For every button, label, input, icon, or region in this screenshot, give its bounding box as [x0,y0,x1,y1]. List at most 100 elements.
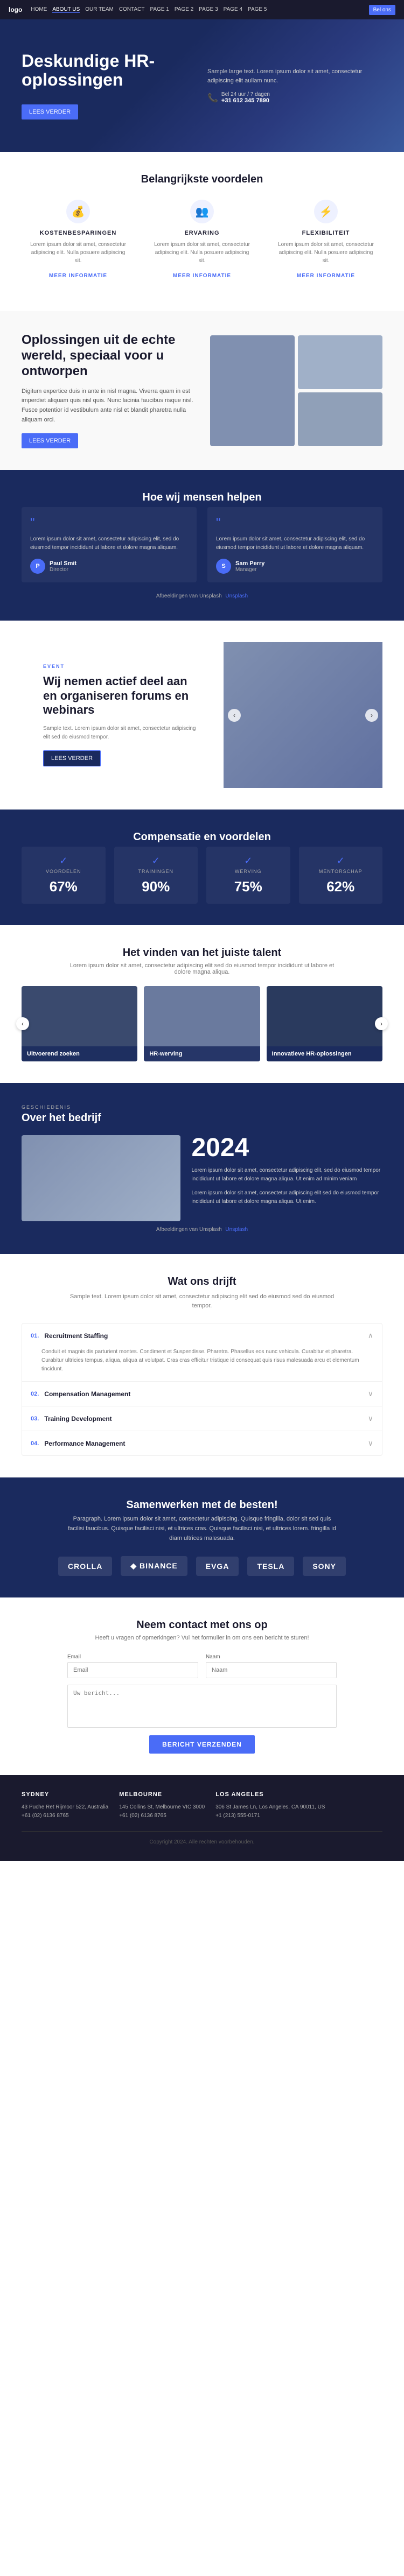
carousel-next-button[interactable]: › [365,709,378,722]
nav-link-our-team[interactable]: OUR TEAM [85,6,114,13]
talent-carousel-next[interactable]: › [375,1017,388,1030]
talent-card-label-1: HR-werving [144,1046,260,1061]
partner-logo-4: SONY [303,1557,346,1576]
footer-address-0: 43 Puche Ret Rijmoor 522, Australia+61 (… [22,1803,108,1820]
feature-title-2: FLEXIBILITEIT [277,230,375,236]
feature-link-2[interactable]: MEER INFORMATIE [297,273,355,279]
forums-tag: EVENT [43,664,202,669]
accordion-num-0: 01. [31,1333,39,1339]
author-avatar-0: P [30,559,45,574]
partner-logo-2: EVGA [196,1557,239,1576]
submit-button[interactable]: BERICHT VERZENDEN [149,1735,255,1754]
accordion-header-2[interactable]: 03. Training Development ∨ [22,1406,382,1431]
author-title-0: Director [50,567,76,573]
talent-subtitle: Lorem ipsum dolor sit amet, consectetur … [67,962,337,975]
carousel-prev-button[interactable]: ‹ [228,709,241,722]
contact-title: Neem contact met ons op [22,1619,382,1631]
email-input[interactable] [67,1662,198,1678]
nav-link-page-1[interactable]: PAGE 1 [150,6,169,13]
author-title-1: Manager [235,567,264,573]
accordion-label-2: Training Development [44,1415,367,1423]
talent-carousel-prev[interactable]: ‹ [16,1017,29,1030]
partners-top: Paragraph. Lorem ipsum dolor sit amet, c… [22,1515,382,1543]
accordion-num-3: 04. [31,1440,39,1447]
feature-link-0[interactable]: MEER INFORMATIE [49,273,107,279]
solutions-img-2 [298,392,382,446]
forums-cta[interactable]: LEES VERDER [43,750,101,766]
accordion-label-0: Recruitment Staffing [44,1332,367,1340]
hero-cta-button[interactable]: LEES VERDER [22,104,78,119]
about-right: 2024 Lorem ipsum dolor sit amet, consect… [191,1135,382,1221]
footer-city-1: Melbourne [119,1791,205,1798]
about-year: 2024 [191,1135,382,1161]
about-image [22,1135,180,1221]
nav-cta-button[interactable]: Bel ons [369,5,395,15]
talent-card-1: HR-werving [144,986,260,1061]
footer-address-2: 306 St James Ln, Los Angeles, CA 90011, … [215,1803,325,1820]
feature-title-1: ERVARING [153,230,251,236]
nav-link-page-2[interactable]: PAGE 2 [175,6,193,13]
nav-link-home[interactable]: HOME [31,6,47,13]
form-row-2 [67,1685,337,1728]
testimonial-card-0: " Lorem ipsum dolor sit amet, consectetu… [22,507,197,582]
footer-col-0: Sydney 43 Puche Ret Rijmoor 522, Austral… [22,1791,108,1820]
message-textarea[interactable] [67,1685,337,1728]
forums-body: Sample text. Lorem ipsum dolor sit amet,… [43,724,202,742]
nav-link-page-5[interactable]: PAGE 5 [248,6,267,13]
forums-image: ‹ › [224,642,382,788]
unsplash-link[interactable]: Unsplash [225,593,248,599]
footer-address-1: 145 Collins St, Melbourne VIC 3000+61 (0… [119,1803,205,1820]
talent-card-label-2: Innovatieve HR-oplossingen [267,1046,382,1061]
stat-label-2: Werving [212,869,285,874]
partners-section: Samenwerken met de besten! Paragraph. Lo… [0,1477,404,1597]
stat-icon-2: ✓ [212,855,285,867]
stat-item-1: ✓ Trainingen 90% [114,847,198,904]
nav-link-page-3[interactable]: PAGE 3 [199,6,218,13]
accordion-header-0[interactable]: 01. Recruitment Staffing ∧ [22,1324,382,1348]
feature-icon-0: 💰 [66,200,90,223]
hero-right: Sample large text. Lorem ipsum dolor sit… [197,67,382,104]
forums-title: Wij nemen actief deel aan en organiseren… [43,674,202,717]
contact-subtitle: Heeft u vragen of opmerkingen? Vul het f… [22,1635,382,1641]
nav-logo[interactable]: logo [9,6,22,13]
name-input[interactable] [206,1662,337,1678]
partner-logo-0: CROLLA [58,1557,112,1576]
accordion-item-0: 01. Recruitment Staffing ∧ Conduit et ma… [22,1324,382,1382]
about-text-2: Lorem ipsum dolor sit amet, consectetur … [191,1189,382,1206]
accordion-label-3: Performance Management [44,1440,367,1447]
talent-card-0: Uitvoerend zoeken [22,986,137,1061]
talent-section: Het vinden van het juiste talent Lorem i… [0,925,404,1083]
feature-card-2: ⚡ FLEXIBILITEIT Lorem ipsum dolor sit am… [269,189,382,290]
nav-link-about-us[interactable]: ABOUT US [52,6,80,13]
testimonial-author-1: S Sam Perry Manager [216,559,374,574]
accordion: 01. Recruitment Staffing ∧ Conduit et ma… [22,1323,382,1456]
hero-phone-number: +31 612 345 7890 [221,97,270,104]
hero-phone-text: Bel 24 uur / 7 dagen [221,92,270,97]
solutions-section: Oplossingen uit de echte wereld, speciaa… [0,311,404,470]
talent-cards: Uitvoerend zoeken HR-werving Innovatieve… [22,986,382,1061]
features-section: Belangrijkste voordelen 💰 KOSTENBESPARIN… [0,152,404,311]
accordion-item-1: 02. Compensation Management ∨ [22,1382,382,1406]
testimonial-author-0: P Paul Smit Director [30,559,188,574]
feature-text-1: Lorem ipsum dolor sit amet, consectetur … [153,241,251,265]
unsplash-about-link[interactable]: Unsplash [225,1227,248,1233]
footer-col-1: Melbourne 145 Collins St, Melbourne VIC … [119,1791,205,1820]
feature-link-1[interactable]: MEER INFORMATIE [173,273,231,279]
feature-card-0: 💰 KOSTENBESPARINGEN Lorem ipsum dolor si… [22,189,135,290]
author-avatar-1: S [216,559,231,574]
accordion-header-1[interactable]: 02. Compensation Management ∨ [22,1382,382,1406]
forums-text: EVENT Wij nemen actief deel aan en organ… [22,642,224,788]
about-footer-text: Afbeeldingen van Unsplash [156,1227,222,1233]
solutions-img-tall [210,335,295,446]
stat-icon-3: ✓ [304,855,378,867]
solutions-cta[interactable]: LEES VERDER [22,433,78,448]
accordion-chevron-3: ∨ [368,1439,373,1448]
accordion-chevron-2: ∨ [368,1414,373,1423]
nav-link-contact[interactable]: CONTACT [119,6,145,13]
nav-link-page-4[interactable]: PAGE 4 [224,6,242,13]
name-field: Naam [206,1654,337,1678]
feature-icon-1: 👥 [190,200,214,223]
contact-section: Neem contact met ons op Heeft u vragen o… [0,1597,404,1775]
accordion-header-3[interactable]: 04. Performance Management ∨ [22,1431,382,1455]
solutions-text: Oplossingen uit de echte wereld, speciaa… [22,333,194,448]
